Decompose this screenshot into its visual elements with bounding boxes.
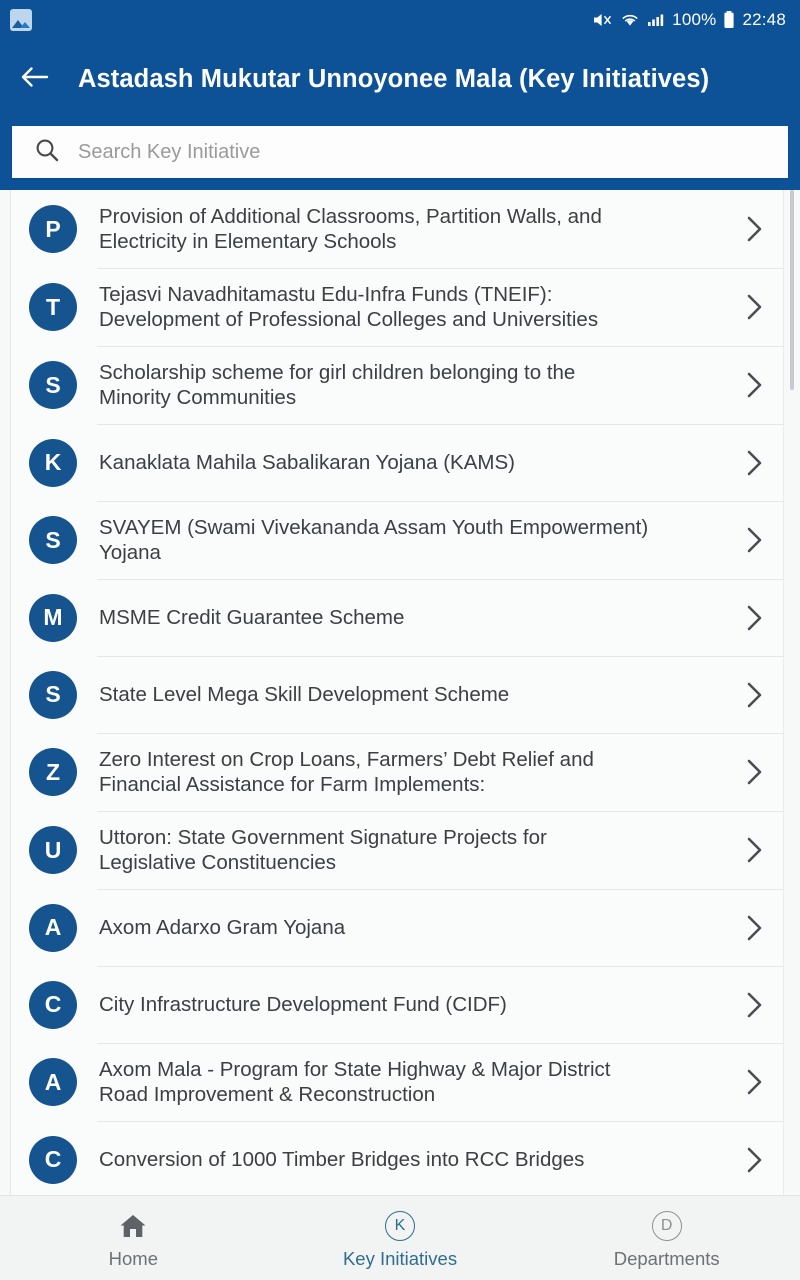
avatar: Z	[29, 748, 77, 796]
nav-item-label: Key Initiatives	[342, 1247, 458, 1269]
page-title: Astadash Mukutar Unnoyonee Mala (Key Ini…	[78, 64, 710, 93]
chevron-right-icon[interactable]	[741, 448, 767, 478]
chevron-right-icon[interactable]	[741, 603, 767, 633]
list-item-title: Conversion of 1000 Timber Bridges into R…	[99, 1148, 585, 1171]
battery-full-icon	[723, 10, 735, 30]
list-divider	[97, 656, 783, 657]
avatar: S	[29, 670, 77, 719]
list-item[interactable]: Z Zero Interest on Crop Loans, Farmers’ D…	[11, 733, 783, 811]
status-bar-left	[10, 9, 32, 31]
list-item-title: Axom Mala - Program for State Highway & …	[99, 1058, 611, 1106]
back-arrow-icon	[20, 64, 50, 95]
key-initiatives-list: P Provision of Additional Classrooms, Par…	[10, 190, 784, 1195]
list-item-title: Tejasvi Navadhitamastu Edu-Infra Funds (…	[99, 283, 599, 331]
avatar: K	[29, 438, 77, 487]
list-divider	[97, 268, 783, 269]
list-item[interactable]: S State Level Mega Skill Development Sche…	[11, 656, 783, 733]
volume-mute-icon	[593, 11, 613, 29]
list-item[interactable]: S SVAYEM (Swami Vivekananda Assam Youth E…	[11, 501, 783, 579]
list-divider	[97, 811, 783, 812]
list-item-title: MSME Credit Guarantee Scheme	[99, 606, 405, 629]
nav-item-home[interactable]: Home	[0, 1207, 267, 1270]
app-screen: 100% 22:48 Astadash Mukutar Unnoyonee Ma…	[0, 0, 800, 1280]
departments-icon: D	[651, 1210, 682, 1241]
app-bar: Astadash Mukutar Unnoyonee Mala (Key Ini…	[0, 40, 800, 118]
list-item[interactable]: T Tejasvi Navadhitamastu Edu-Infra Funds …	[11, 268, 783, 346]
nav-item-departments[interactable]: D Departments	[533, 1207, 800, 1270]
nav-item-label: Home	[108, 1247, 159, 1269]
list-item-title: Axom Adarxo Gram Yojana	[99, 916, 346, 939]
list-item-title: Scholarship scheme for girl children bel…	[99, 361, 576, 409]
nav-item-label: Departments	[613, 1247, 720, 1269]
avatar: U	[29, 826, 77, 874]
chevron-right-icon[interactable]	[741, 525, 767, 555]
scrollbar-thumb[interactable]	[790, 190, 794, 390]
avatar: M	[29, 593, 77, 642]
chevron-right-icon[interactable]	[741, 1145, 767, 1175]
status-bar-clock: 22:48	[742, 10, 786, 29]
list-item[interactable]: A Axom Mala - Program for State Highway &…	[11, 1043, 783, 1121]
avatar: T	[29, 283, 77, 331]
list-item[interactable]: C City Infrastructure Development Fund (C…	[11, 966, 783, 1043]
chevron-right-icon[interactable]	[741, 990, 767, 1020]
list-divider	[97, 889, 783, 890]
chevron-right-icon[interactable]	[741, 370, 767, 400]
search-input[interactable]	[78, 140, 766, 164]
avatar: A	[29, 1058, 77, 1106]
chevron-right-icon[interactable]	[741, 214, 767, 244]
search-icon	[34, 137, 60, 168]
avatar: S	[29, 516, 77, 564]
home-icon	[118, 1211, 148, 1241]
list-item-title: SVAYEM (Swami Vivekananda Assam Youth Em…	[99, 516, 649, 564]
list-item[interactable]: P Provision of Additional Classrooms, Par…	[11, 190, 783, 268]
avatar: C	[29, 980, 77, 1029]
list-item-title: City Infrastructure Development Fund (CI…	[99, 993, 507, 1016]
list-item[interactable]: M MSME Credit Guarantee Scheme	[11, 579, 783, 656]
chevron-right-icon[interactable]	[741, 757, 767, 787]
list-item[interactable]: K Kanaklata Mahila Sabalikaran Yojana (KA…	[11, 424, 783, 501]
list-item[interactable]: U Uttoron: State Government Signature Pro…	[11, 811, 783, 889]
avatar: S	[29, 361, 77, 409]
key-initiatives-icon: K	[385, 1210, 415, 1241]
search-bar[interactable]	[12, 126, 788, 178]
list-divider	[97, 579, 783, 580]
search-container	[0, 118, 800, 190]
avatar: A	[29, 903, 77, 952]
list-item[interactable]: A Axom Adarxo Gram Yojana	[11, 889, 783, 966]
list-divider	[97, 346, 783, 347]
bottom-navigation: Home K Key Initiatives D Departments	[0, 1195, 800, 1280]
list-item-title: Uttoron: State Government Signature Proj…	[99, 826, 547, 874]
list-divider	[97, 966, 783, 967]
key-initiatives-list-region: P Provision of Additional Classrooms, Par…	[0, 190, 800, 1195]
avatar: C	[29, 1135, 77, 1184]
back-button[interactable]	[18, 62, 52, 96]
scrollbar[interactable]	[790, 190, 794, 1195]
cellular-signal-icon	[647, 11, 665, 29]
list-item[interactable]: S Scholarship scheme for girl children be…	[11, 346, 783, 424]
chevron-right-icon[interactable]	[741, 292, 767, 322]
list-divider	[97, 733, 783, 734]
list-item-title: Provision of Additional Classrooms, Part…	[99, 205, 602, 253]
chevron-right-icon[interactable]	[741, 913, 767, 943]
chevron-right-icon[interactable]	[741, 1067, 767, 1097]
list-scroll-container[interactable]: P Provision of Additional Classrooms, Par…	[0, 190, 800, 1195]
list-divider	[97, 424, 783, 425]
list-item-title: Zero Interest on Crop Loans, Farmers’ De…	[99, 748, 594, 796]
status-bar: 100% 22:48	[0, 0, 800, 40]
list-item[interactable]: C Conversion of 1000 Timber Bridges into …	[11, 1121, 783, 1195]
list-divider	[97, 1043, 783, 1044]
nav-item-key-initiatives[interactable]: K Key Initiatives	[267, 1207, 534, 1270]
chevron-right-icon[interactable]	[741, 680, 767, 710]
gallery-icon	[10, 9, 32, 31]
avatar: P	[29, 205, 77, 253]
chevron-right-icon[interactable]	[741, 835, 767, 865]
list-item-title: State Level Mega Skill Development Schem…	[99, 683, 510, 706]
list-divider	[97, 501, 783, 502]
list-divider	[97, 1121, 783, 1122]
status-bar-right: 100% 22:48	[593, 10, 786, 30]
list-item-title: Kanaklata Mahila Sabalikaran Yojana (KAM…	[99, 451, 515, 474]
battery-percent: 100%	[672, 10, 717, 29]
wifi-icon	[620, 11, 640, 29]
